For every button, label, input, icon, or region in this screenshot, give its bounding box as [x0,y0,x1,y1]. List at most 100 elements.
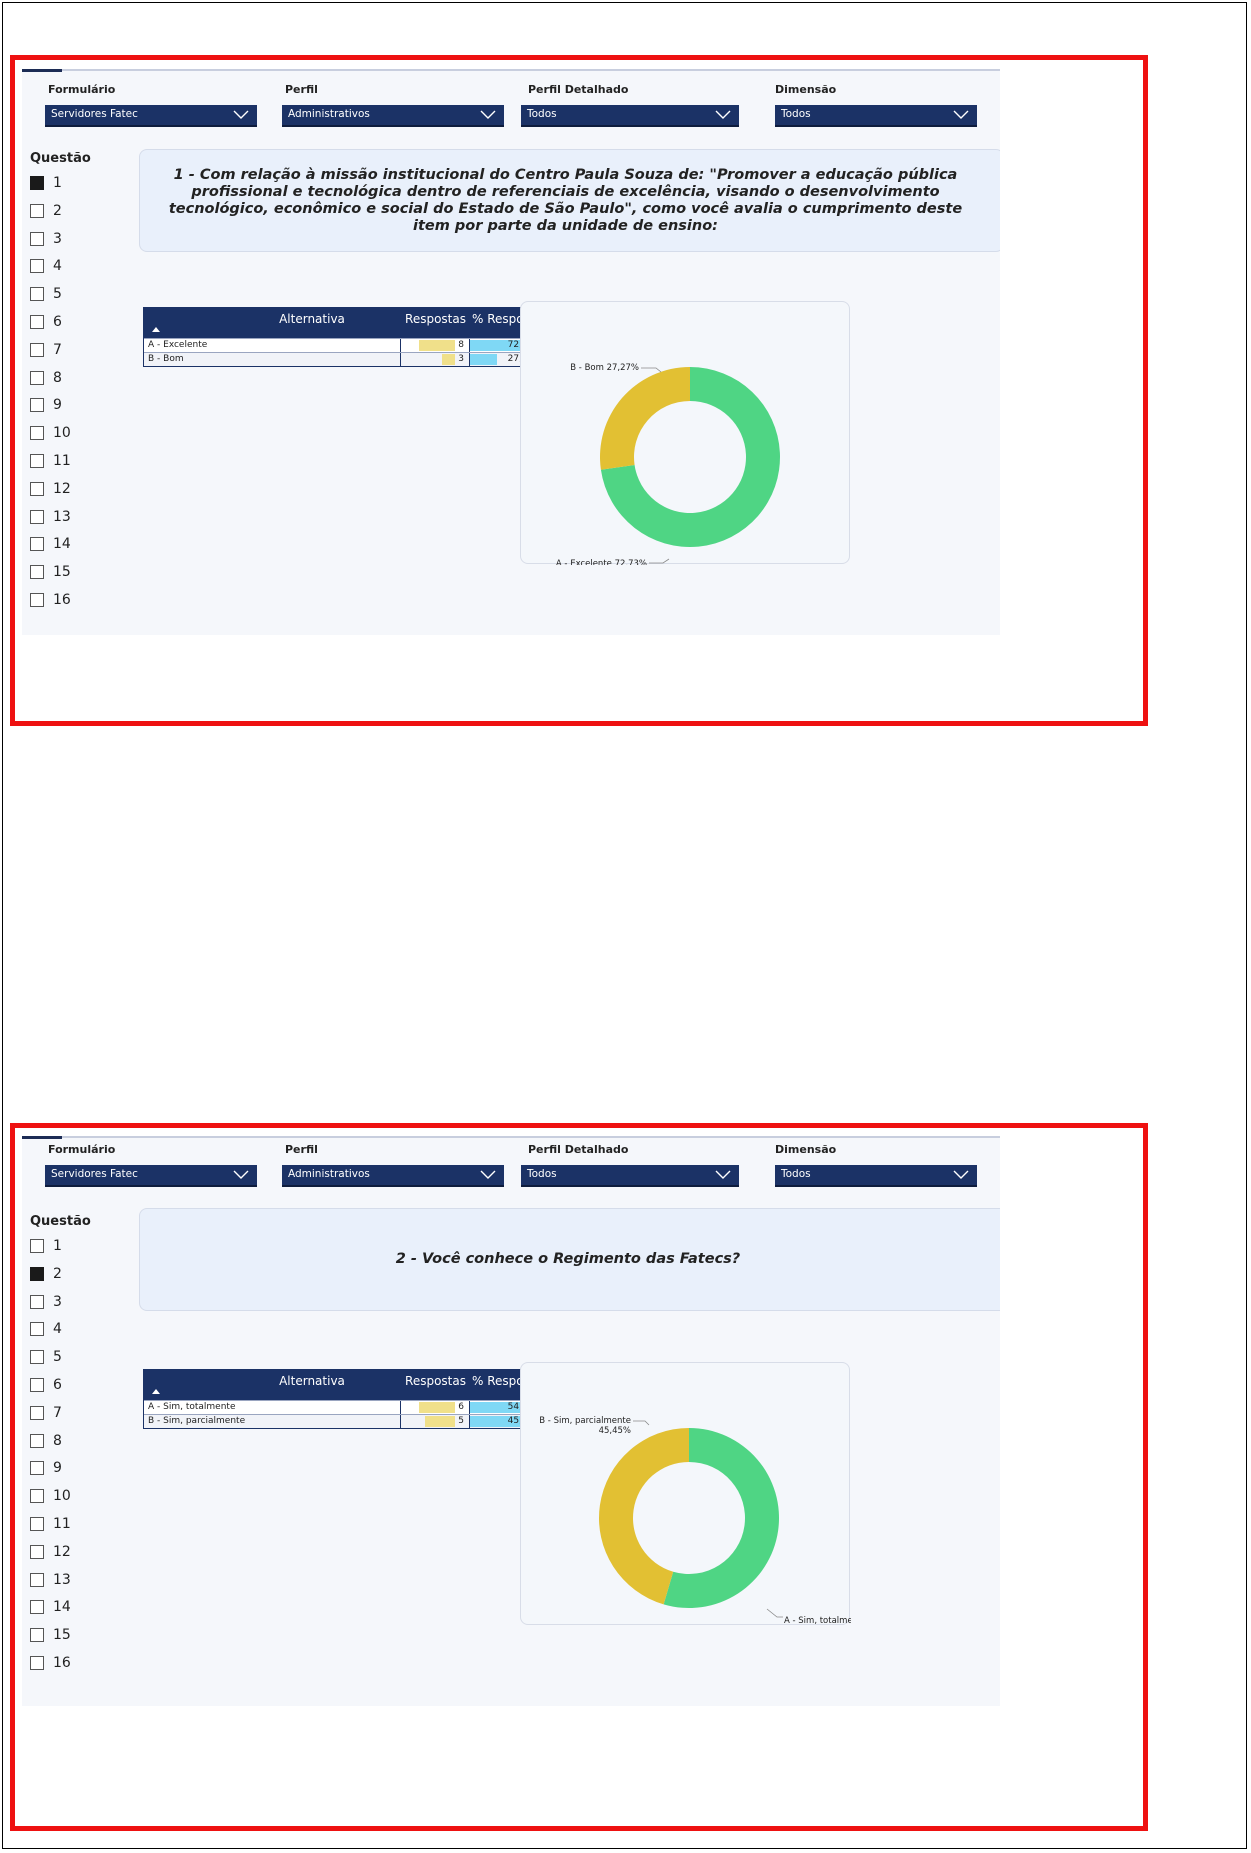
checkbox-icon[interactable] [30,1572,44,1587]
checkbox-icon[interactable] [30,342,44,357]
question-option-label: 5 [53,286,62,303]
checkbox-icon[interactable] [30,203,44,218]
question-option-14[interactable]: 14 [30,534,71,554]
question-option-5[interactable]: 5 [30,1347,62,1367]
question-option-6[interactable]: 6 [30,312,62,332]
respostas-value: 5 [458,1416,464,1426]
chevron-down-icon [233,110,249,119]
checkbox-icon[interactable] [30,1628,44,1643]
question-option-13[interactable]: 13 [30,1570,71,1590]
checkbox-icon[interactable] [30,370,44,385]
checkbox-icon[interactable] [30,1239,44,1253]
table-row[interactable]: A - Excelente872,73% [144,338,544,352]
cell-respostas: 8 [400,339,467,352]
question-option-6[interactable]: 6 [30,1375,62,1395]
question-option-label: 9 [53,1460,62,1477]
checkbox-icon[interactable] [30,537,44,552]
checkbox-icon[interactable] [30,1656,44,1670]
checkbox-icon[interactable] [30,1544,44,1559]
checkbox-icon[interactable] [30,1266,44,1281]
filter-label-perfil-detalhado: Perfil Detalhado [528,1143,629,1156]
question-option-2[interactable]: 2 [30,1264,62,1284]
checkbox-icon[interactable] [30,1600,44,1615]
checkbox-icon[interactable] [30,176,44,190]
question-option-15[interactable]: 15 [30,562,71,582]
filter-dropdown-perfil[interactable]: Administrativos [282,105,504,127]
checkbox-icon[interactable] [30,1517,44,1531]
question-option-9[interactable]: 9 [30,395,62,415]
column-header-alternativa[interactable]: Alternativa [244,312,380,326]
question-option-1[interactable]: 1 [30,1236,62,1256]
filter-dropdown-perfil-detalhado[interactable]: Todos [521,1165,739,1187]
question-option-label: 2 [53,1265,62,1282]
filter-dropdown-formulario[interactable]: Servidores Fatec [45,1165,257,1187]
checkbox-icon[interactable] [30,1461,44,1476]
question-option-16[interactable]: 16 [30,1653,71,1673]
table-row[interactable]: B - Bom327,27% [144,352,544,366]
question-option-15[interactable]: 15 [30,1625,71,1645]
table-row[interactable]: A - Sim, totalmente654,55% [144,1400,544,1414]
table-row[interactable]: B - Sim, parcialmente545,45% [144,1414,544,1428]
checkbox-icon[interactable] [30,565,44,580]
question-option-label: 2 [53,202,62,219]
checkbox-icon[interactable] [30,454,44,468]
filter-value: Todos [527,108,557,120]
column-header-alternativa[interactable]: Alternativa [244,1374,380,1388]
chevron-down-icon [715,1170,731,1179]
checkbox-icon[interactable] [30,231,44,246]
question-option-7[interactable]: 7 [30,1403,62,1423]
table-header: Alternativa Respostas% Resposta [144,308,544,338]
filter-dropdown-perfil-detalhado[interactable]: Todos [521,105,739,127]
filter-dropdown-dimensao[interactable]: Todos [775,1165,977,1187]
checkbox-icon[interactable] [30,1378,44,1392]
question-option-12[interactable]: 12 [30,1542,71,1562]
checkbox-icon[interactable] [30,1433,44,1448]
question-option-3[interactable]: 3 [30,1292,62,1312]
column-header-respostas[interactable]: Respostas [404,1374,466,1388]
checkbox-icon[interactable] [30,287,44,302]
checkbox-icon[interactable] [30,259,44,274]
question-option-label: 7 [53,1404,62,1421]
sort-ascending-icon[interactable] [152,1389,160,1394]
question-option-label: 9 [53,397,62,414]
question-option-13[interactable]: 13 [30,507,71,527]
question-option-1[interactable]: 1 [30,173,62,193]
question-option-7[interactable]: 7 [30,340,62,360]
checkbox-icon[interactable] [30,1489,44,1504]
question-option-8[interactable]: 8 [30,1431,62,1451]
question-option-9[interactable]: 9 [30,1458,62,1478]
question-option-5[interactable]: 5 [30,284,62,304]
checkbox-icon[interactable] [30,315,44,329]
checkbox-icon[interactable] [30,1350,44,1365]
checkbox-icon[interactable] [30,1405,44,1420]
filter-dropdown-formulario[interactable]: Servidores Fatec [45,105,257,127]
question-option-10[interactable]: 10 [30,423,71,443]
question-option-11[interactable]: 11 [30,1514,71,1534]
filter-dropdown-perfil[interactable]: Administrativos [282,1165,504,1187]
filter-dropdown-dimensao[interactable]: Todos [775,105,977,127]
column-header-respostas[interactable]: Respostas [404,312,466,326]
question-option-3[interactable]: 3 [30,229,62,249]
question-option-4[interactable]: 4 [30,1319,62,1339]
question-option-11[interactable]: 11 [30,451,71,471]
respostas-bar [425,1416,455,1427]
question-option-16[interactable]: 16 [30,590,71,610]
question-option-4[interactable]: 4 [30,256,62,276]
question-option-14[interactable]: 14 [30,1597,71,1617]
checkbox-icon[interactable] [30,509,44,524]
sort-ascending-icon[interactable] [152,327,160,332]
questao-header: Questão [30,1214,91,1229]
checkbox-icon[interactable] [30,593,44,607]
question-option-2[interactable]: 2 [30,201,62,221]
checkbox-icon[interactable] [30,481,44,496]
checkbox-icon[interactable] [30,398,44,413]
question-option-10[interactable]: 10 [30,1486,71,1506]
checkbox-icon[interactable] [30,1294,44,1309]
checkbox-icon[interactable] [30,426,44,441]
respostas-bar [419,1402,455,1413]
question-option-12[interactable]: 12 [30,479,71,499]
checkbox-icon[interactable] [30,1322,44,1337]
chevron-down-icon [480,110,496,119]
question-option-8[interactable]: 8 [30,368,62,388]
respostas-value: 6 [458,1402,464,1412]
